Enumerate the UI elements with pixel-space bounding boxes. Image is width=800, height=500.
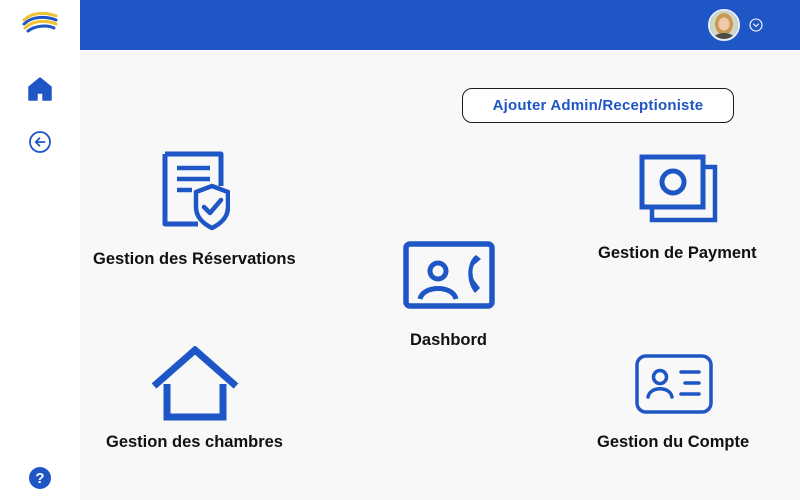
reservation-document-icon (162, 151, 230, 231)
svg-text:?: ? (35, 470, 44, 487)
dashboard-contact-icon (403, 241, 495, 309)
add-admin-button[interactable]: Ajouter Admin/Receptioniste (462, 88, 734, 123)
tile-rooms-label: Gestion des chambres (106, 433, 283, 451)
brand-logo-icon (22, 11, 58, 33)
sidebar-item-home[interactable] (24, 73, 56, 105)
tile-rooms[interactable]: Gestion des chambres (100, 343, 300, 455)
tile-dashboard-label: Dashbord (410, 331, 488, 349)
tile-reservations-label: Gestion des Réservations (93, 250, 296, 268)
back-arrow-icon (29, 131, 51, 153)
house-icon (151, 346, 239, 421)
user-avatar-icon (710, 11, 738, 39)
sidebar-item-back[interactable] (24, 126, 56, 158)
tile-dashboard[interactable]: Dashbord (395, 238, 505, 353)
money-bills-icon (639, 154, 718, 223)
chevron-down-icon (749, 18, 763, 32)
tile-account[interactable]: Gestion du Compte (590, 350, 765, 455)
account-menu-toggle[interactable] (749, 18, 763, 32)
avatar[interactable] (708, 9, 740, 41)
home-icon (28, 77, 52, 101)
tile-payment[interactable]: Gestion de Payment (592, 150, 772, 268)
tile-reservations[interactable]: Gestion des Réservations (90, 150, 305, 275)
tile-account-label: Gestion du Compte (597, 433, 750, 451)
brand-logo[interactable] (22, 10, 58, 34)
id-card-icon (635, 354, 713, 414)
sidebar: ? (0, 0, 80, 500)
tile-payment-label: Gestion de Payment (598, 244, 757, 262)
help-button[interactable]: ? (24, 462, 56, 494)
help-icon: ? (29, 467, 51, 489)
top-bar (80, 0, 800, 50)
